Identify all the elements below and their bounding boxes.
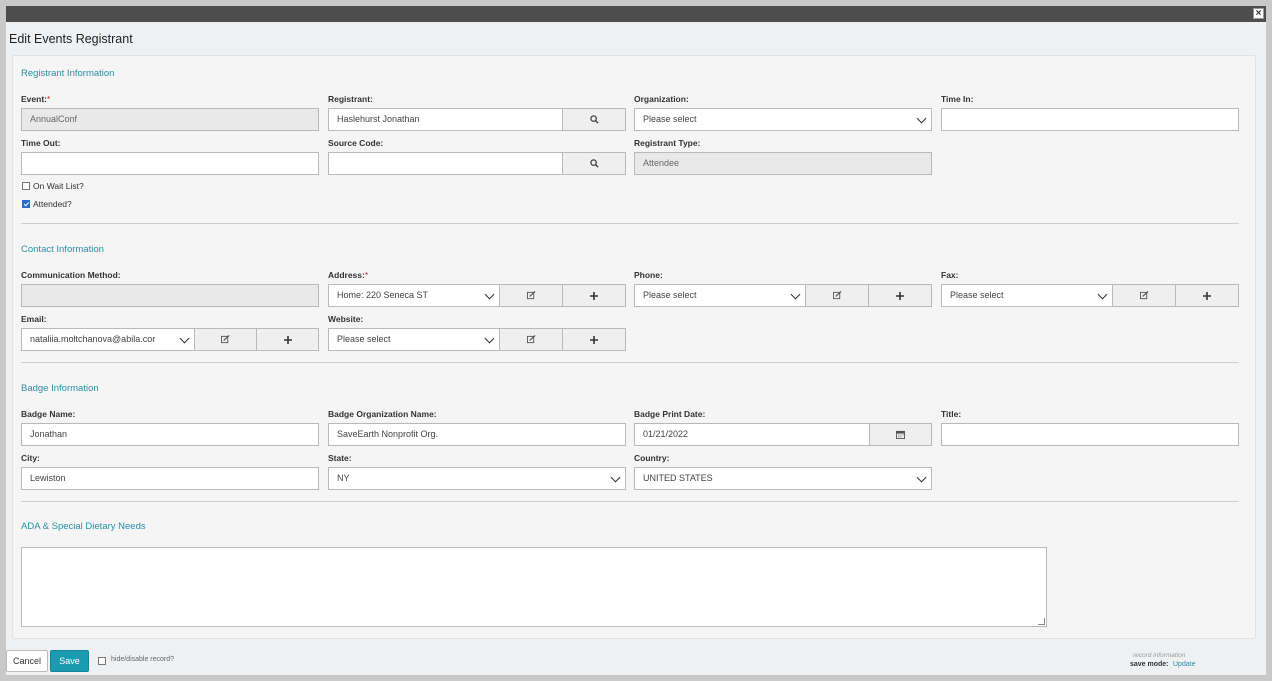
section-title-ada: ADA & Special Dietary Needs: [21, 521, 146, 532]
badge-print-date-field[interactable]: 01/21/2022: [634, 423, 870, 446]
title-bar: ×: [6, 6, 1266, 22]
time-in-field[interactable]: [941, 108, 1239, 131]
country-select[interactable]: UNITED STATES: [634, 467, 932, 490]
search-icon: [589, 159, 599, 168]
save-button[interactable]: Save: [50, 650, 89, 672]
divider: [21, 501, 1239, 502]
email-add-button[interactable]: [256, 328, 319, 351]
registrant-search-button[interactable]: [562, 108, 626, 131]
divider: [21, 223, 1239, 224]
registrant-type-label: Registrant Type:: [634, 138, 701, 148]
save-mode-label: save mode:: [1130, 661, 1169, 668]
time-out-label: Time Out:: [21, 138, 61, 148]
organization-select[interactable]: Please select: [634, 108, 932, 131]
save-mode-value: Update: [1173, 661, 1196, 668]
registrant-field[interactable]: Haslehurst Jonathan: [328, 108, 563, 131]
edit-icon: [832, 291, 841, 300]
website-add-button[interactable]: [562, 328, 626, 351]
source-code-search-button[interactable]: [562, 152, 626, 175]
hide-record-label: hide/disable record?: [111, 656, 175, 663]
section-title-badge: Badge Information: [21, 383, 99, 394]
address-edit-button[interactable]: [499, 284, 563, 307]
calendar-button[interactable]: [869, 423, 932, 446]
record-information-label: record information: [1133, 652, 1186, 659]
plus-icon: [590, 292, 598, 300]
phone-edit-button[interactable]: [805, 284, 869, 307]
title-field[interactable]: [941, 423, 1239, 446]
section-title-contact: Contact Information: [21, 244, 104, 255]
badge-name-field[interactable]: Jonathan: [21, 423, 319, 446]
fax-label: Fax:: [941, 270, 959, 280]
state-label: State:: [328, 453, 352, 463]
badge-print-date-label: Badge Print Date:: [634, 409, 706, 419]
ada-textarea[interactable]: [21, 547, 1047, 627]
plus-icon: [590, 336, 598, 344]
plus-icon: [1203, 292, 1211, 300]
phone-select[interactable]: Please select: [634, 284, 806, 307]
communication-method-field: [21, 284, 319, 307]
badge-organization-label: Badge Organization Name:: [328, 409, 437, 419]
plus-icon: [896, 292, 904, 300]
edit-icon: [1139, 291, 1148, 300]
divider: [21, 362, 1239, 363]
email-select[interactable]: nataliia.moltchanova@abila.cor: [21, 328, 195, 351]
wait-list-checkbox[interactable]: [22, 182, 30, 190]
attended-checkbox[interactable]: [22, 200, 30, 208]
resize-handle[interactable]: [1038, 618, 1045, 625]
registrant-type-field: Attendee: [634, 152, 932, 175]
edit-icon: [221, 335, 230, 344]
close-icon[interactable]: ×: [1253, 8, 1264, 19]
badge-organization-field[interactable]: SaveEarth Nonprofit Org.: [328, 423, 626, 446]
fax-edit-button[interactable]: [1112, 284, 1176, 307]
attended-label: Attended?: [33, 199, 72, 209]
address-label: Address:*: [328, 270, 369, 280]
wait-list-label: On Wait List?: [33, 181, 84, 191]
phone-add-button[interactable]: [868, 284, 932, 307]
title-label: Title:: [941, 409, 962, 419]
cancel-button[interactable]: Cancel: [6, 650, 48, 672]
dialog-title: Edit Events Registrant: [9, 32, 133, 46]
source-code-label: Source Code:: [328, 138, 384, 148]
registrant-label: Registrant:: [328, 94, 373, 104]
hide-record-checkbox[interactable]: [98, 657, 106, 665]
website-label: Website:: [328, 314, 364, 324]
event-label: Event:*: [21, 94, 51, 104]
event-field: AnnualConf: [21, 108, 319, 131]
state-select[interactable]: NY: [328, 467, 626, 490]
city-field[interactable]: Lewiston: [21, 467, 319, 490]
country-label: Country:: [634, 453, 670, 463]
form-panel: Registrant Information Event:* AnnualCon…: [12, 55, 1256, 639]
time-in-label: Time In:: [941, 94, 974, 104]
communication-method-label: Communication Method:: [21, 270, 121, 280]
badge-name-label: Badge Name:: [21, 409, 76, 419]
edit-icon: [526, 291, 535, 300]
email-label: Email:: [21, 314, 47, 324]
address-select[interactable]: Home: 220 Seneca ST: [328, 284, 500, 307]
website-select[interactable]: Please select: [328, 328, 500, 351]
time-out-field[interactable]: [21, 152, 319, 175]
section-title-registrant: Registrant Information: [21, 68, 115, 79]
website-edit-button[interactable]: [499, 328, 563, 351]
organization-label: Organization:: [634, 94, 689, 104]
phone-label: Phone:: [634, 270, 663, 280]
fax-add-button[interactable]: [1175, 284, 1239, 307]
edit-icon: [526, 335, 535, 344]
city-label: City:: [21, 453, 40, 463]
plus-icon: [283, 336, 292, 344]
address-add-button[interactable]: [562, 284, 626, 307]
fax-select[interactable]: Please select: [941, 284, 1113, 307]
source-code-field[interactable]: [328, 152, 563, 175]
dialog: Edit Events Registrant Registrant Inform…: [6, 22, 1266, 675]
search-icon: [589, 115, 599, 124]
email-edit-button[interactable]: [194, 328, 257, 351]
calendar-icon: [896, 430, 905, 439]
